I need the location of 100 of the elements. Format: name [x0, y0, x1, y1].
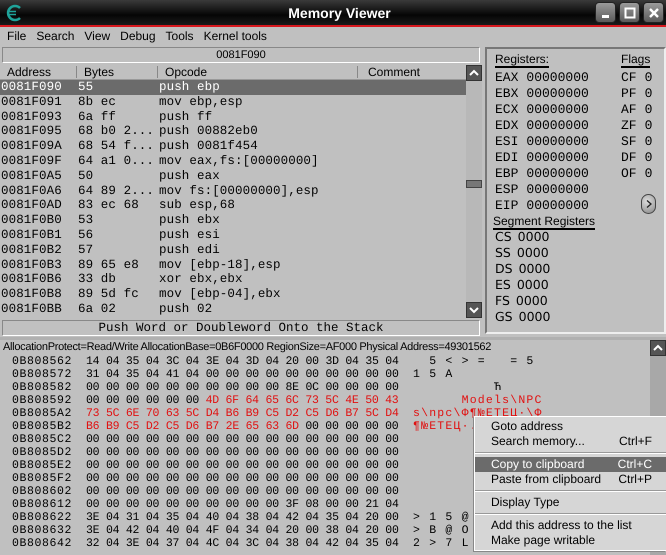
ascii-text[interactable]: > B @ O [407, 524, 470, 537]
code-row[interactable]: 0081F0B8 89 5d fc mov [ebp-04],ebx [0, 287, 466, 302]
instruction-description: Push Word or Doubleword Onto the Stack [2, 320, 480, 336]
column-header[interactable]: Bytes [77, 66, 158, 78]
code-row[interactable]: 0081F0A5 50 push eax [0, 168, 466, 184]
flag-value[interactable]: 0 [644, 118, 652, 134]
register-value[interactable]: 0000 [518, 309, 550, 325]
menu-item[interactable]: Search memory... Ctrl+F [475, 434, 666, 449]
register-value[interactable]: 00000000 [526, 86, 589, 102]
register-value[interactable]: 00000000 [526, 182, 589, 198]
register-value[interactable]: 0000 [518, 261, 550, 277]
hex-bytes[interactable]: 32 04 3E 04 37 04 4C 04 3C 04 38 04 42 04 35 04 [86, 537, 399, 550]
menu-item[interactable]: View [79, 29, 116, 43]
hex-bytes[interactable]: 00 00 00 00 00 00 [86, 394, 200, 407]
register-value[interactable]: 0000 [516, 293, 548, 309]
memory-address: 0B8085E2 [11, 459, 74, 472]
code-row[interactable]: 0081F0B0 53 push ebx [0, 213, 466, 228]
hex-bytes[interactable]: 3E 04 42 04 40 04 4F 04 34 04 20 00 38 04 20 00 [86, 524, 399, 537]
memory-address: 0B808592 [11, 394, 74, 407]
column-header[interactable]: Opcode [158, 66, 358, 78]
menu-item[interactable]: Search [31, 29, 80, 43]
expand-button[interactable] [641, 194, 656, 214]
column-header[interactable]: Address [0, 66, 77, 78]
maximize-icon [624, 6, 636, 18]
code-row[interactable]: 0081F090 55 push ebp [0, 80, 466, 95]
register-name: EBP [495, 166, 518, 182]
code-row[interactable]: 0081F093 6a ff push ff [0, 110, 466, 124]
hex-bytes[interactable]: 00 00 00 00 00 00 00 00 00 00 00 00 00 00 00 00 [86, 485, 399, 498]
close-button[interactable] [643, 2, 664, 23]
hex-bytes[interactable]: 00 00 00 00 00 [305, 420, 398, 433]
register-value[interactable]: 00000000 [526, 102, 589, 118]
segment-registers-heading: Segment Registers [493, 214, 596, 230]
menu-item[interactable]: Paste from clipboard Ctrl+P [475, 472, 666, 487]
code-row[interactable]: 0081F0B3 89 65 e8 mov [ebp-18],esp [0, 258, 466, 272]
flag-name: AF [621, 102, 637, 118]
flag-value[interactable]: 0 [644, 70, 652, 86]
register-value[interactable]: 00000000 [526, 198, 589, 214]
code-row[interactable]: 0081F0B2 57 push edi [0, 242, 466, 258]
register-value[interactable]: 00000000 [526, 134, 589, 150]
register-name: DS [495, 261, 513, 277]
code-row[interactable]: 0081F0B1 56 push esi [0, 228, 466, 243]
flag-value[interactable]: 0 [644, 134, 652, 150]
menu-item[interactable]: Copy to clipboard Ctrl+C [475, 457, 666, 472]
register-value[interactable]: 00000000 [526, 150, 589, 166]
code-row[interactable]: 0081F09F 64 a1 0... mov eax,fs:[00000000] [0, 154, 466, 169]
column-header[interactable]: Comment [358, 66, 466, 78]
register-name: SS [495, 245, 511, 261]
menu-item[interactable]: Kernel tools [198, 29, 272, 43]
minimize-button[interactable] [595, 2, 616, 23]
hex-bytes[interactable]: 00 00 00 00 00 00 00 00 00 00 00 00 00 00 00 00 [86, 472, 399, 485]
register-name: FS [495, 293, 510, 309]
register-value[interactable]: 0000 [518, 229, 550, 245]
flag-name: OF [621, 166, 637, 182]
menu-item[interactable]: File [2, 29, 32, 43]
scroll-thumb[interactable] [466, 180, 482, 188]
hex-bytes[interactable]: 14 04 35 04 3C 04 3E 04 3D 04 20 00 3D 04 35 04 [86, 355, 399, 368]
memory-address: 0B8085D2 [11, 446, 74, 459]
hex-bytes[interactable]: 00 00 00 00 00 00 00 00 00 00 00 00 00 00 00 00 [86, 446, 399, 459]
hex-bytes[interactable]: 00 00 00 00 00 00 00 00 00 00 00 00 00 00 00 00 [86, 459, 399, 472]
hex-bytes[interactable]: 00 00 00 00 00 00 00 00 00 00 00 00 00 00 00 00 [86, 433, 399, 446]
flag-name: DF [621, 150, 637, 166]
code-row[interactable]: 0081F091 8b ec mov ebp,esp [0, 94, 466, 110]
flag-value[interactable]: 0 [644, 102, 652, 118]
code-row[interactable]: 0081F0AD 83 ec 68 sub esp,68 [0, 198, 466, 214]
chevron-down-icon [469, 306, 479, 314]
register-value[interactable]: 0000 [516, 245, 549, 261]
ascii-text[interactable]: 2 > 7 L [407, 537, 470, 550]
code-row[interactable]: 0081F0B6 33 db xor ebx,ebx [0, 272, 466, 288]
code-row[interactable]: 0081F0A6 64 89 2... mov fs:[00000000],esp [0, 184, 466, 198]
flag-value[interactable]: 0 [644, 86, 652, 102]
hex-bytes[interactable]: 3E 04 31 04 35 04 40 04 38 04 42 04 35 04 20 00 [86, 511, 399, 524]
ascii-text[interactable]: Ћ [407, 381, 502, 394]
menu-item[interactable]: Tools [160, 29, 199, 43]
code-row[interactable]: 0081F09A 68 54 f... push 0081f454 [0, 139, 466, 154]
memory-address: 0B808562 [11, 355, 74, 368]
memory-address: 0B808602 [11, 485, 74, 498]
code-row[interactable]: 0081F095 68 b0 2... push 00882eb0 [0, 124, 466, 140]
flag-value[interactable]: 0 [644, 150, 652, 166]
maximize-button[interactable] [619, 2, 640, 23]
scrollbar[interactable] [466, 65, 482, 318]
flag-value[interactable]: 0 [644, 166, 652, 182]
ascii-text[interactable]: 5 < > = = 5 [407, 355, 535, 368]
hex-bytes[interactable]: 31 04 35 04 41 04 00 00 00 00 00 00 00 00 00 00 [86, 368, 399, 381]
ascii-text[interactable]: 1 5 A [407, 368, 454, 381]
code-row[interactable]: 0081F0BB 6a 02 push 02 [0, 302, 466, 317]
register-value[interactable]: 00000000 [526, 70, 589, 86]
region-info: AllocationProtect=Read/Write AllocationBase=0B6F0000 RegionSize=AF000 Physical Address=49301562 [2, 340, 492, 355]
hex-bytes[interactable]: 00 00 00 00 00 00 00 00 00 00 3F 08 00 00 21 04 [86, 498, 399, 511]
menu-item[interactable]: Debug [115, 29, 161, 43]
hex-bytes[interactable]: 00 00 00 00 00 00 00 00 00 00 8E 0C 00 00 00 00 [86, 381, 399, 394]
register-value[interactable]: 0000 [516, 277, 549, 293]
menu-item[interactable]: Make page writable [475, 533, 666, 548]
register-value[interactable]: 00000000 [526, 118, 589, 134]
window-title: Memory Viewer [287, 4, 392, 20]
menu-item[interactable]: Goto address [475, 419, 666, 434]
menu-item[interactable]: Display Type [475, 495, 666, 510]
menu-item[interactable]: Add this address to the list [475, 518, 666, 533]
ascii-text[interactable]: > 1 5 @ [407, 511, 470, 524]
register-value[interactable]: 00000000 [526, 166, 589, 182]
chevron-right-icon [644, 199, 652, 209]
